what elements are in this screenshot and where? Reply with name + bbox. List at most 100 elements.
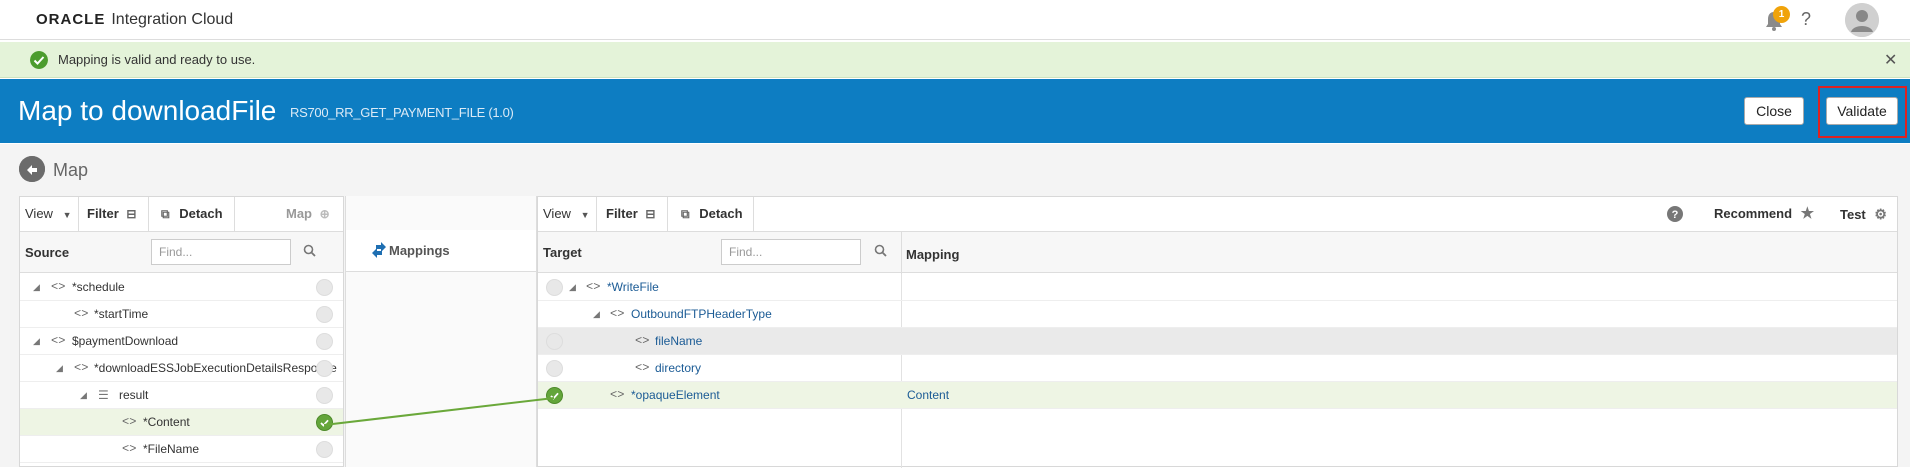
tree-row[interactable]: ◢ <> OutboundFTPHeaderType <box>538 301 1897 328</box>
star-icon: ★ <box>1800 205 1815 222</box>
element-icon: <> <box>635 361 650 375</box>
target-view-label: View <box>543 206 571 221</box>
map-status-icon[interactable] <box>546 279 563 296</box>
source-map-button[interactable]: Map ⊕ <box>286 197 330 231</box>
tree-row[interactable]: ◢ <> $paymentDownload <box>20 328 343 355</box>
source-detach-label: Detach <box>179 206 223 221</box>
page-subtitle: RS700_RR_GET_PAYMENT_FILE (1.0) <box>290 105 514 120</box>
tree-row[interactable]: <> *startTime <box>20 301 343 328</box>
notification-badge: 1 <box>1773 6 1790 23</box>
detach-icon: ⧉ <box>161 207 170 221</box>
test-label: Test <box>1840 207 1866 222</box>
source-search-input[interactable]: Find... <box>151 239 291 265</box>
element-icon: <> <box>586 280 601 294</box>
tree-row-label: directory <box>655 361 702 375</box>
expand-icon[interactable]: ◢ <box>593 309 600 320</box>
tree-row[interactable]: ◢ <> *downloadESSJobExecutionDetailsResp… <box>20 355 343 382</box>
message-bar: Mapping is valid and ready to use. ✕ <box>0 42 1910 78</box>
target-search-input[interactable]: Find... <box>721 239 861 265</box>
expand-icon[interactable]: ◢ <box>33 336 40 347</box>
validate-button[interactable]: Validate <box>1826 97 1898 125</box>
source-header-label: Source <box>25 245 70 260</box>
filter-icon: ⊟ <box>126 207 137 221</box>
tree-row-label: *schedule <box>72 280 125 294</box>
element-icon: <> <box>610 307 625 321</box>
help-icon[interactable]: ? <box>1801 9 1811 30</box>
expand-icon[interactable]: ◢ <box>33 282 40 293</box>
source-header: Source Find... <box>20 231 343 273</box>
map-status-icon[interactable] <box>316 279 333 296</box>
tree-row[interactable]: <> fileName <box>538 328 1897 355</box>
source-filter-button[interactable]: Filter ⊟ <box>87 197 136 231</box>
target-header: Target Find... Mapping <box>538 231 1897 274</box>
tree-row-label: *startTime <box>94 307 149 321</box>
tree-row[interactable]: <> *Content <box>20 409 343 436</box>
tree-row[interactable]: ◢ <> *WriteFile <box>538 274 1897 301</box>
map-status-icon[interactable] <box>316 333 333 350</box>
tree-row-label: $paymentDownload <box>72 334 179 348</box>
recommend-label: Recommend <box>1714 206 1793 221</box>
top-bar: ORACLE Integration Cloud 1 ? <box>0 0 1910 40</box>
map-status-icon[interactable] <box>316 306 333 323</box>
check-circle-icon[interactable] <box>546 387 563 404</box>
tree-row-label: fileName <box>655 334 703 348</box>
tree-row[interactable]: ◢ <> *schedule <box>20 274 343 301</box>
check-circle-icon <box>30 51 48 69</box>
tree-row[interactable]: ◢ ☰ result <box>20 382 343 409</box>
detach-icon: ⧉ <box>681 207 690 221</box>
divider <box>753 197 754 231</box>
divider <box>596 197 597 231</box>
recommend-button[interactable]: Recommend ★ <box>1714 197 1814 231</box>
mapping-value[interactable]: Content <box>907 388 949 402</box>
mappings-header: Mappings <box>346 230 536 272</box>
map-status-icon[interactable] <box>316 360 333 377</box>
source-view-menu[interactable]: View ▼ <box>25 197 72 231</box>
test-button[interactable]: Test ⚙ <box>1840 197 1887 231</box>
source-pane: View ▼ Filter ⊟ ⧉ Detach Map ⊕ Source Fi… <box>19 196 344 467</box>
element-icon: <> <box>51 280 66 294</box>
close-icon[interactable]: ✕ <box>1884 50 1897 70</box>
add-icon: ⊕ <box>319 207 330 221</box>
tree-row-label: OutboundFTPHeaderType <box>631 307 772 321</box>
brand-product: Integration Cloud <box>111 11 234 28</box>
expand-icon[interactable]: ◢ <box>569 282 576 293</box>
target-header-label: Target <box>543 245 582 260</box>
map-section-title: Map <box>53 160 89 180</box>
expand-icon[interactable]: ◢ <box>56 363 63 374</box>
target-filter-button[interactable]: Filter ⊟ <box>606 197 655 231</box>
element-icon: <> <box>74 307 89 321</box>
check-circle-icon[interactable] <box>316 414 333 431</box>
element-icon: <> <box>610 388 625 402</box>
mappings-icon <box>372 242 386 258</box>
map-section-bar <box>0 144 1910 196</box>
map-status-icon[interactable] <box>546 333 563 350</box>
divider <box>667 197 668 231</box>
target-filter-label: Filter <box>606 206 638 221</box>
element-icon: <> <box>122 442 137 456</box>
help-circle-icon[interactable]: ? <box>1667 206 1683 222</box>
chevron-down-icon: ▼ <box>62 210 72 220</box>
source-view-label: View <box>25 206 53 221</box>
search-icon[interactable] <box>303 244 316 257</box>
divider <box>78 197 79 231</box>
map-icon <box>19 156 45 182</box>
target-detach-button[interactable]: ⧉ Detach <box>681 197 743 231</box>
source-detach-button[interactable]: ⧉ Detach <box>161 197 223 231</box>
tree-row[interactable]: <> *FileName <box>20 436 343 463</box>
search-icon[interactable] <box>874 244 887 257</box>
element-icon: <> <box>74 361 89 375</box>
target-view-menu[interactable]: View ▼ <box>543 197 590 231</box>
divider <box>148 197 149 231</box>
svg-text:?: ? <box>1672 209 1679 221</box>
message-text: Mapping is valid and ready to use. <box>58 52 256 67</box>
user-avatar[interactable] <box>1845 3 1879 37</box>
map-status-icon[interactable] <box>546 360 563 377</box>
map-status-icon[interactable] <box>316 441 333 458</box>
map-status-icon[interactable] <box>316 387 333 404</box>
expand-icon[interactable]: ◢ <box>80 390 87 401</box>
close-button[interactable]: Close <box>1744 97 1804 125</box>
tree-row[interactable]: <> directory <box>538 355 1897 382</box>
filter-icon: ⊟ <box>645 207 656 221</box>
tree-row[interactable]: <> *opaqueElement Content <box>538 382 1897 409</box>
page-title: Map to downloadFile <box>18 95 277 126</box>
